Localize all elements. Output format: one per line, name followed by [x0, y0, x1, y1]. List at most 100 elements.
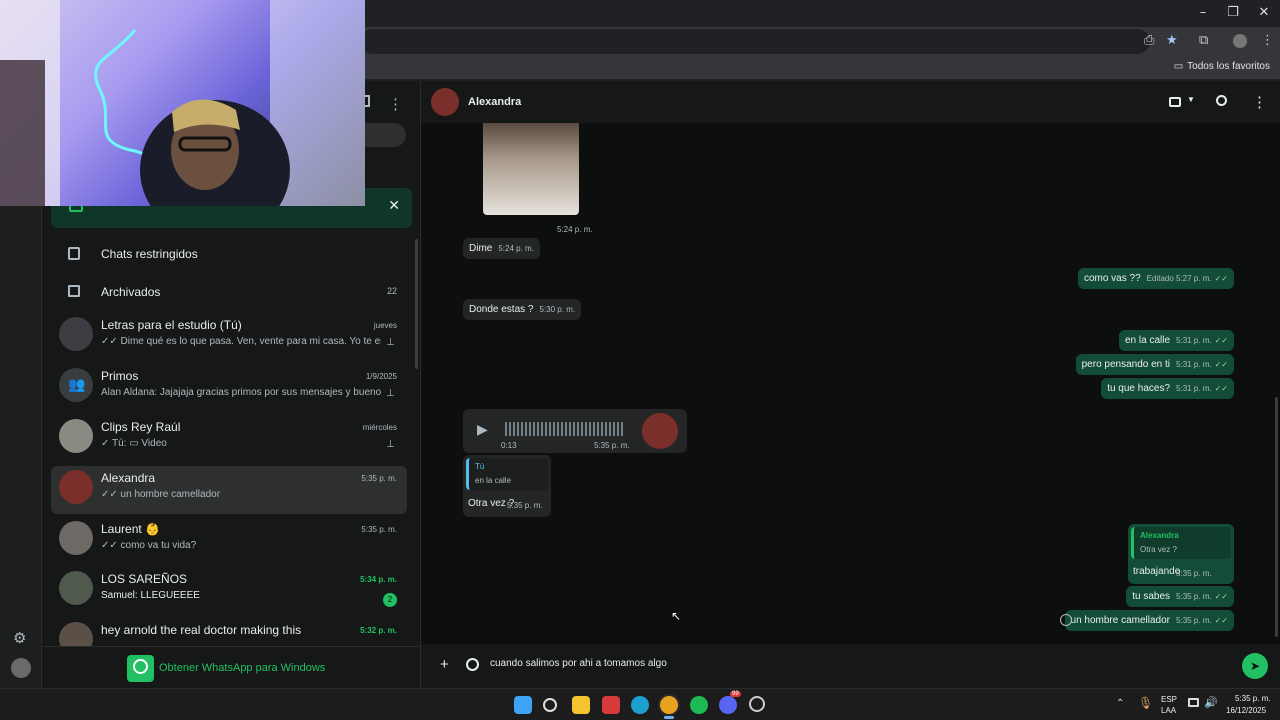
incoming-message[interactable]: Donde estas ? 5:30 p. m.	[463, 299, 582, 320]
outgoing-message[interactable]: pero pensando en ti 5:31 p. m. ✓✓	[1075, 354, 1234, 375]
chat-name: Laurent 👶	[101, 522, 160, 536]
read-ticks-icon: ✓✓	[1214, 360, 1228, 369]
chat-name: Letras para el estudio (Tú)	[101, 318, 242, 332]
microphone-icon[interactable]: 🎙	[1138, 696, 1153, 710]
chat-list-item[interactable]: 👥 Primos 1/9/2025 Alan Aldana: Jajajaja …	[51, 364, 407, 412]
file-explorer-icon[interactable]	[572, 696, 590, 714]
spotify-icon[interactable]	[690, 696, 708, 714]
chat-list-item[interactable]: LOS SAREÑOS 5:34 p. m. Samuel: LLEGUEEEE…	[51, 567, 407, 615]
attach-icon[interactable]: +	[440, 656, 449, 673]
chat-preview: ✓✓ como va tu vida?	[101, 540, 197, 551]
chat-scrollbar[interactable]	[1275, 397, 1278, 637]
search-icon[interactable]	[1216, 95, 1227, 106]
voice-time: 5:35 p. m.	[594, 441, 630, 450]
close-banner-button[interactable]: ✕	[388, 197, 400, 214]
profile-avatar[interactable]	[11, 658, 31, 678]
read-ticks-icon: ✓✓	[1214, 592, 1228, 601]
read-ticks-icon: ✓✓	[1214, 274, 1228, 283]
image-message[interactable]	[483, 123, 579, 215]
archived-count: 22	[386, 286, 397, 296]
install-app-icon[interactable]: ⎙	[1144, 33, 1154, 48]
chat-list-item[interactable]: Laurent 👶 5:35 p. m. ✓✓ como va tu vida?	[51, 517, 407, 565]
play-icon[interactable]: ▶	[477, 421, 488, 438]
conversation-pane: Alexandra ▼ ⋮ 5:24 p. m. Dime 5:24 p. m. …	[420, 81, 1280, 688]
outgoing-message[interactable]: como vas ?? Editado 5:27 p. m. ✓✓	[1077, 268, 1234, 289]
restore-button[interactable]: ❐	[1219, 4, 1247, 22]
whatsapp-logo-icon	[127, 655, 154, 682]
volume-icon[interactable]: 🔊	[1204, 696, 1218, 709]
browser-menu-icon[interactable]: ⋮	[1261, 33, 1274, 48]
incoming-reply-message[interactable]: Tú en la calle Otra vez ? 5:35 p. m.	[463, 455, 551, 517]
app-red-icon[interactable]	[602, 696, 620, 714]
outgoing-reply-message[interactable]: Alexandra Otra vez ? trabajando 5:35 p. …	[1128, 524, 1234, 584]
voice-duration: 0:13	[501, 441, 517, 450]
lang-top[interactable]: ESP	[1161, 695, 1177, 704]
incoming-message[interactable]: Dime 5:24 p. m.	[463, 238, 540, 259]
quoted-message[interactable]: Alexandra Otra vez ?	[1131, 527, 1231, 559]
folder-icon: ▭	[1173, 61, 1184, 72]
video-call-icon[interactable]	[1169, 97, 1181, 107]
chat-list-item[interactable]: Clips Rey Raúl miércoles ✓ Tú: ▭ Video ⊥	[51, 415, 407, 463]
settings-icon[interactable]: ⚙	[13, 629, 26, 647]
chat-name: LOS SAREÑOS	[101, 572, 188, 586]
chat-list-item[interactable]: Letras para el estudio (Tú) jueves ✓✓ Di…	[51, 313, 407, 361]
webcam-overlay	[0, 0, 365, 206]
chat-time: 5:34 p. m.	[360, 575, 397, 584]
windows-taskbar: 99 ⌃ 🎙 ESP LAA 🔊 5:35 p. m. 16/12/2025	[0, 688, 1280, 720]
outgoing-message[interactable]: tu que haces? 5:31 p. m. ✓✓	[1101, 378, 1234, 399]
network-icon[interactable]	[1188, 698, 1199, 707]
chat-name: Clips Rey Raúl	[101, 420, 181, 434]
clock-date[interactable]: 16/12/2025	[1226, 706, 1266, 715]
minimize-button[interactable]: –	[1189, 4, 1217, 22]
contact-name[interactable]: Alexandra	[468, 96, 521, 108]
voice-message[interactable]: ▶ 0:13 5:35 p. m.	[463, 409, 687, 453]
extensions-icon[interactable]: ⧉	[1199, 33, 1208, 48]
close-window-button[interactable]: ✕	[1250, 4, 1278, 22]
image-time: 5:24 p. m.	[557, 225, 593, 234]
chat-time: 1/9/2025	[365, 372, 397, 381]
sender-avatar	[642, 413, 678, 449]
outgoing-message[interactable]: en la calle 5:31 p. m. ✓✓	[1118, 330, 1234, 351]
chat-list-item-selected[interactable]: Alexandra 5:35 p. m. ✓✓ un hombre camell…	[51, 466, 407, 514]
avatar	[59, 470, 93, 504]
start-menu-icon[interactable]	[514, 696, 532, 714]
tray-chevron-icon[interactable]: ⌃	[1116, 698, 1124, 709]
chevron-down-icon[interactable]: ▼	[1187, 95, 1195, 104]
unread-badge: 2	[383, 593, 397, 607]
all-bookmarks-folder[interactable]: ▭ Todos los favoritos	[1174, 61, 1270, 72]
settings-app-icon[interactable]	[749, 696, 765, 712]
group-avatar: 👥	[59, 368, 93, 402]
contact-avatar[interactable]	[431, 88, 459, 116]
waveform[interactable]	[505, 422, 623, 436]
profile-avatar[interactable]	[1233, 34, 1247, 48]
chat-menu-icon[interactable]: ⋮	[1252, 93, 1267, 111]
discord-icon[interactable]: 99	[719, 691, 741, 714]
get-app-footer[interactable]: Obtener WhatsApp para Windows	[42, 646, 420, 688]
address-bar[interactable]	[360, 29, 1150, 54]
outgoing-message[interactable]: tu sabes 5:35 p. m. ✓✓	[1126, 586, 1234, 607]
lang-bottom[interactable]: LAA	[1161, 706, 1176, 715]
chrome-browser-icon[interactable]	[660, 696, 678, 714]
emoji-icon[interactable]	[466, 658, 479, 671]
bookmark-star-icon[interactable]: ★	[1166, 33, 1178, 48]
message-input[interactable]: cuando salimos por ahi a tomamos algo	[490, 658, 667, 669]
react-emoji-icon[interactable]	[1060, 614, 1072, 626]
chat-time: jueves	[373, 321, 397, 330]
chat-name: hey arnold the real doctor making this	[101, 623, 302, 637]
menu-icon[interactable]: ⋮	[388, 95, 403, 113]
outgoing-message[interactable]: un hombre camellador 5:35 p. m. ✓✓	[1064, 610, 1234, 631]
read-ticks-icon: ✓✓	[1214, 616, 1228, 625]
quoted-message[interactable]: Tú en la calle	[466, 458, 548, 490]
clock-time[interactable]: 5:35 p. m.	[1235, 694, 1271, 703]
search-icon[interactable]	[543, 698, 557, 712]
restricted-chats-label: Chats restringidos	[101, 247, 198, 261]
group-icon: 👥	[68, 376, 86, 392]
archived-row[interactable]: Archivados 22	[51, 271, 407, 319]
archived-label: Archivados	[101, 285, 161, 299]
edge-browser-icon[interactable]	[631, 696, 649, 714]
search-chats-input[interactable]	[362, 123, 406, 147]
sidebar-scrollbar[interactable]	[415, 239, 418, 369]
send-button[interactable]: ➤	[1242, 653, 1268, 679]
chat-time: 5:35 p. m.	[361, 474, 397, 483]
chat-time: miércoles	[362, 423, 397, 432]
